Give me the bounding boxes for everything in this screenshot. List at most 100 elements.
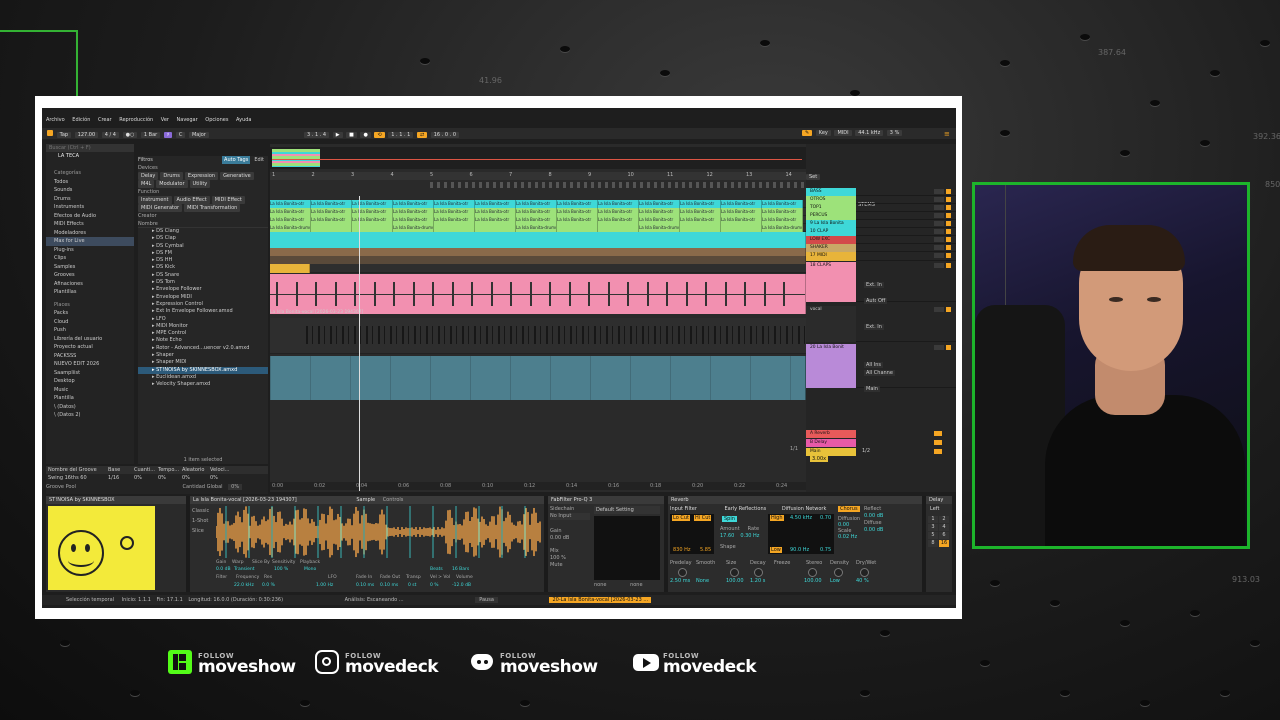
return-activator[interactable]: [934, 431, 942, 436]
sampler-value[interactable]: -12.0 dB: [452, 583, 471, 588]
audio-clip[interactable]: La Isla Bonita-otr: [516, 200, 557, 208]
low-value[interactable]: 0.75: [820, 547, 831, 553]
audio-clip[interactable]: La Isla Bonita-otr: [311, 200, 352, 208]
delay-sync-button[interactable]: 6: [939, 532, 949, 539]
audio-clip[interactable]: [434, 224, 475, 232]
reverb-value[interactable]: 1.20 s: [750, 578, 765, 584]
track-name[interactable]: 17 MIDI: [806, 252, 856, 261]
volume-field[interactable]: [934, 307, 944, 312]
audio-clip[interactable]: La Isla Bonita-otr: [721, 216, 762, 224]
audio-clip[interactable]: La Isla Bonita-otr: [311, 216, 352, 224]
track-header[interactable]: OTROS: [806, 196, 956, 204]
browser-item[interactable]: ▸ Envelope MIDI: [138, 294, 268, 301]
reverb-value[interactable]: 100.00: [726, 578, 744, 584]
track-header[interactable]: SHAKER: [806, 244, 956, 252]
volume-field[interactable]: [934, 213, 944, 218]
instagram-icon[interactable]: [315, 650, 339, 674]
key-map-button[interactable]: Key: [815, 130, 831, 136]
track-name[interactable]: TOP1: [806, 204, 856, 212]
track-activator[interactable]: [946, 229, 951, 234]
audio-clip[interactable]: La Isla Bonita-otr: [680, 200, 721, 208]
track-activator[interactable]: [946, 307, 951, 312]
device-tag[interactable]: Generative: [220, 172, 254, 180]
sampler-value[interactable]: Beats: [430, 567, 443, 572]
track-header[interactable]: 9 La Isla Bonita: [806, 220, 956, 228]
volume-field[interactable]: [934, 345, 944, 350]
browser-item[interactable]: ▸ DS FM: [138, 250, 268, 257]
audio-clip[interactable]: [475, 224, 516, 232]
browser-item[interactable]: ▸ MPE Control: [138, 330, 268, 337]
sampler-value[interactable]: 0.10 ms: [380, 583, 398, 588]
places-item[interactable]: Cloud: [46, 318, 134, 327]
io-field[interactable]: All Ins: [864, 362, 884, 368]
return-track-header[interactable]: Main: [806, 448, 956, 456]
io-field[interactable]: Ext. In: [864, 282, 884, 288]
audio-clip[interactable]: [721, 224, 762, 232]
track-header[interactable]: LOW EXC: [806, 236, 956, 244]
stop-icon[interactable]: ■: [346, 132, 357, 138]
reverb-value[interactable]: 100.00: [804, 578, 822, 584]
places-item[interactable]: PACKSSS: [46, 352, 134, 361]
mode-classic[interactable]: Classic: [192, 508, 216, 518]
delay-sync-button[interactable]: 8: [928, 540, 938, 547]
browser-item[interactable]: ▸ ST!NOISA by SKINNESBOX.amxd: [138, 366, 268, 374]
menu-reproduccion[interactable]: Reproducción: [119, 117, 153, 123]
high-freq[interactable]: 4.50 kHz: [790, 515, 812, 521]
category-item[interactable]: Modeladores: [46, 229, 134, 238]
audio-clip[interactable]: La Isla Bonita-otr: [475, 200, 516, 208]
track-activator[interactable]: [946, 345, 951, 350]
audio-clip[interactable]: La Isla Bonita-otr: [721, 208, 762, 216]
track-header[interactable]: PERCUS: [806, 212, 956, 220]
category-item[interactable]: MIDI Effects: [46, 220, 134, 229]
track-name[interactable]: LOW EXC: [806, 236, 856, 244]
sample-waveform[interactable]: [216, 506, 542, 558]
places-item[interactable]: NUEVO EDIT 2026: [46, 360, 134, 369]
places-item[interactable]: Desktop: [46, 377, 134, 386]
audio-clip[interactable]: La Isla Bonita-otr: [639, 208, 680, 216]
reverb-value[interactable]: 40 %: [856, 578, 869, 584]
overview-strip[interactable]: [270, 147, 806, 169]
audio-clip[interactable]: [557, 224, 598, 232]
audio-clip[interactable]: La Isla Bonita-otr: [311, 208, 352, 216]
sampler-title[interactable]: La Isla Bonita-vocal [2026-03-23 194307]: [193, 497, 297, 503]
sampler-value[interactable]: 0 %: [430, 583, 439, 588]
io-field[interactable]: Ext. In: [864, 324, 884, 330]
sampler-value[interactable]: 1.00 Hz: [316, 583, 333, 588]
return-track-header[interactable]: B Delay: [806, 439, 956, 447]
category-item[interactable]: Max for Live: [46, 237, 134, 246]
track-name[interactable]: 9 La Isla Bonita: [806, 220, 856, 228]
playhead[interactable]: [359, 196, 360, 491]
audio-clip[interactable]: La Isla Bonita-otr: [434, 216, 475, 224]
category-item[interactable]: Samples: [46, 263, 134, 272]
audio-clip[interactable]: La Isla Bonita-otr: [270, 200, 311, 208]
link-icon[interactable]: [47, 130, 53, 136]
set-button[interactable]: Set: [806, 174, 821, 180]
audio-clip[interactable]: La Isla Bonita-otr: [516, 208, 557, 216]
audio-clip[interactable]: [311, 224, 352, 232]
hi-cut-button[interactable]: Hi Cut: [694, 515, 712, 521]
category-item[interactable]: Instruments: [46, 203, 134, 212]
track-name[interactable]: BASS: [806, 188, 856, 196]
m4l-knob-icon[interactable]: [120, 536, 134, 550]
category-item[interactable]: Clips: [46, 254, 134, 263]
midi-clip[interactable]: [270, 264, 310, 273]
song-position[interactable]: 3 . 1 . 4: [304, 132, 330, 138]
loop-icon[interactable]: ⟲: [374, 132, 385, 138]
tempo-field[interactable]: 127.00: [74, 132, 99, 138]
audio-clip[interactable]: La Isla Bonita-otr: [762, 208, 803, 216]
delay-sync-button[interactable]: 1: [928, 516, 938, 523]
places-item[interactable]: Packs: [46, 309, 134, 318]
preset-a[interactable]: none: [594, 582, 606, 588]
browser-item[interactable]: ▸ Envelope Follower: [138, 286, 268, 293]
device-tag[interactable]: Drums: [160, 172, 183, 180]
track-activator[interactable]: [946, 213, 951, 218]
audio-clip[interactable]: La Isla Bonita-drums [2026-03-23 210736]: [639, 224, 680, 232]
audio-clip[interactable]: La Isla Bonita-otr: [475, 208, 516, 216]
audio-clip[interactable]: [270, 232, 806, 240]
menu-ayuda[interactable]: Ayuda: [236, 117, 251, 123]
category-item[interactable]: Drums: [46, 195, 134, 204]
menu-icon[interactable]: ≡: [944, 130, 950, 138]
track-name[interactable]: PERCUS: [806, 212, 856, 220]
low-button[interactable]: Low: [770, 547, 782, 553]
delay-sync-button[interactable]: 3: [928, 524, 938, 531]
